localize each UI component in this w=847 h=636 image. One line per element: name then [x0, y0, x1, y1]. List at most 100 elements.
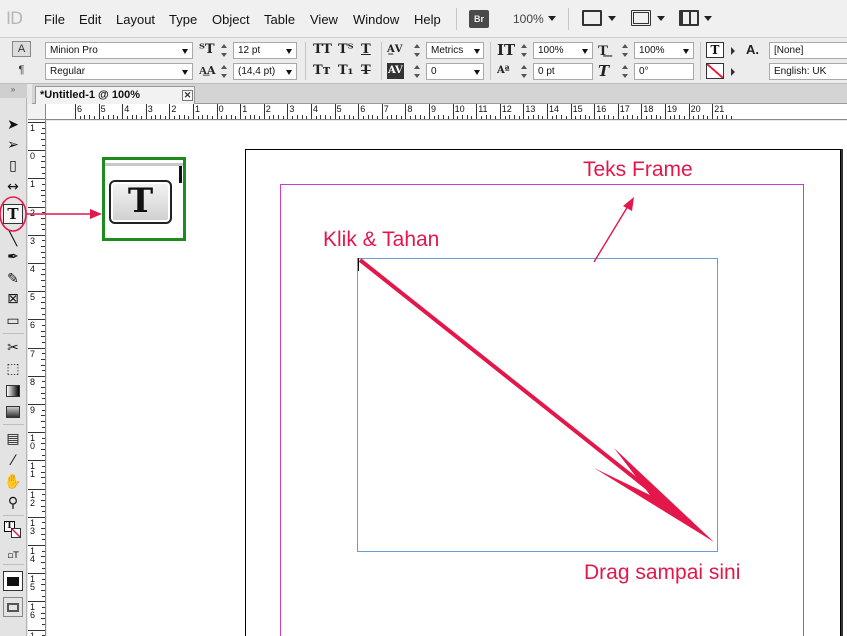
strikethrough-icon[interactable]: T: [361, 63, 371, 79]
text-frame[interactable]: [357, 258, 718, 552]
gradient-feather-tool-icon[interactable]: [3, 402, 23, 422]
document-tab[interactable]: *Untitled-1 @ 100% ✕: [35, 86, 195, 104]
rectangle-tool-icon[interactable]: ▭: [3, 311, 23, 331]
font-style-field[interactable]: Regular: [45, 63, 193, 80]
baseline-shift-stepper[interactable]: [519, 63, 529, 80]
tools-panel-grip[interactable]: »: [0, 84, 27, 98]
stroke-none-icon[interactable]: [706, 63, 724, 79]
gap-tool-icon[interactable]: ↔: [3, 177, 23, 197]
pencil-tool-icon[interactable]: ✎: [3, 269, 23, 289]
bridge-button[interactable]: Br: [469, 10, 489, 28]
line-tool-icon[interactable]: ╲: [3, 229, 23, 249]
paragraph-formatting-mode-button[interactable]: ¶: [12, 62, 31, 78]
ruler-minor-tick: [698, 115, 700, 119]
ruler-origin[interactable]: [28, 104, 46, 120]
fill-stroke-swatch-icon[interactable]: T: [3, 520, 23, 540]
view-options-icon[interactable]: [582, 10, 602, 26]
normal-view-mode-icon[interactable]: [3, 571, 23, 591]
menu-help[interactable]: Help: [414, 12, 441, 27]
fill-text-icon[interactable]: T: [706, 42, 724, 58]
preview-mode-icon[interactable]: [3, 597, 23, 617]
arrange-documents-icon[interactable]: [679, 10, 699, 26]
direct-selection-tool-icon[interactable]: ➢: [3, 135, 23, 155]
gradient-swatch-tool-icon[interactable]: [3, 381, 23, 401]
ruler-minor-tick: [159, 115, 161, 119]
ruler-major-tick: [665, 104, 666, 119]
tracking-stepper[interactable]: [412, 63, 422, 80]
scissors-tool-icon[interactable]: ✂: [3, 338, 23, 358]
fill-dropdown-icon[interactable]: [731, 47, 735, 55]
menu-file[interactable]: File: [44, 12, 65, 27]
vertical-scale-dropdown-icon[interactable]: [582, 49, 588, 54]
character-style-field[interactable]: [None]: [769, 42, 847, 59]
vertical-ruler[interactable]: 101234567891011121314151617: [28, 120, 46, 636]
ruler-minor-tick: [329, 116, 331, 119]
font-family-field[interactable]: Minion Pro: [45, 42, 193, 59]
horizontal-scale-stepper[interactable]: [620, 42, 630, 59]
pen-tool-icon[interactable]: ✒: [3, 247, 23, 267]
view-options-dropdown-icon[interactable]: [608, 16, 616, 21]
font-style-dropdown-icon[interactable]: [182, 70, 188, 75]
skew-field[interactable]: 0°: [634, 63, 694, 80]
menu-edit[interactable]: Edit: [79, 12, 101, 27]
subscript-icon[interactable]: T₁: [338, 63, 353, 79]
skew-stepper[interactable]: [620, 63, 630, 80]
rectangle-frame-tool-icon[interactable]: ⊠: [3, 289, 23, 309]
note-tool-icon[interactable]: ▤: [3, 429, 23, 449]
ruler-minor-tick: [150, 116, 152, 119]
horizontal-ruler[interactable]: 6 5 4 3 2 1 0 1 2 3 4 5 6 7 8 9 10 11 12 13 14 15 16 17 18 19 20 21: [46, 104, 847, 120]
superscript-icon[interactable]: Tᵀ: [338, 42, 354, 58]
formatting-affects-icon[interactable]: ▫T: [3, 546, 23, 566]
menu-object[interactable]: Object: [212, 12, 250, 27]
ruler-minor-tick: [561, 115, 563, 119]
free-transform-tool-icon[interactable]: ⬚: [3, 359, 23, 379]
arrange-dropdown-icon[interactable]: [704, 16, 712, 21]
character-formatting-mode-button[interactable]: A: [12, 41, 31, 57]
all-caps-icon[interactable]: TT: [313, 42, 332, 58]
menu-window[interactable]: Window: [353, 12, 399, 27]
ruler-minor-tick: [41, 499, 45, 501]
ruler-minor-tick: [41, 274, 45, 276]
small-caps-icon[interactable]: Tт: [313, 63, 331, 79]
ruler-label: 5: [336, 104, 342, 114]
hand-tool-icon[interactable]: ✋: [3, 472, 23, 492]
ruler-minor-tick: [726, 115, 728, 119]
underline-icon[interactable]: T: [361, 42, 371, 58]
ruler-minor-tick: [42, 155, 45, 157]
ruler-label: 17: [30, 630, 36, 636]
stroke-dropdown-icon[interactable]: [731, 68, 735, 76]
ruler-minor-tick: [93, 116, 95, 119]
ruler-major-tick: [688, 104, 690, 119]
ruler-label: 1: [242, 104, 248, 114]
menu-type[interactable]: Type: [169, 12, 197, 27]
zoom-level[interactable]: 100%: [513, 12, 544, 26]
leading-dropdown-icon[interactable]: [286, 70, 292, 75]
page-tool-icon[interactable]: ▯: [3, 156, 23, 176]
font-size-stepper[interactable]: [219, 42, 229, 59]
tracking-dropdown-icon[interactable]: [474, 70, 480, 75]
font-size-dropdown-icon[interactable]: [286, 49, 292, 54]
zoom-tool-icon[interactable]: ⚲: [3, 493, 23, 513]
type-tool-icon[interactable]: T: [3, 204, 23, 224]
eyedropper-tool-icon[interactable]: ⁄: [3, 451, 23, 471]
ruler-minor-tick: [410, 116, 412, 119]
ruler-minor-tick: [42, 172, 45, 174]
kerning-stepper[interactable]: [412, 42, 422, 59]
font-family-dropdown-icon[interactable]: [182, 49, 188, 54]
menu-table[interactable]: Table: [264, 12, 295, 27]
ruler-minor-tick: [126, 116, 128, 119]
menu-layout[interactable]: Layout: [116, 12, 155, 27]
screen-mode-dropdown-icon[interactable]: [657, 16, 665, 21]
ruler-label: 12: [501, 104, 512, 114]
baseline-shift-field[interactable]: 0 pt: [533, 63, 593, 80]
selection-tool-icon[interactable]: ➤: [3, 115, 23, 135]
kerning-dropdown-icon[interactable]: [474, 49, 480, 54]
zoom-dropdown-icon[interactable]: [548, 16, 556, 21]
close-tab-icon[interactable]: ✕: [182, 90, 193, 101]
screen-mode-icon[interactable]: [631, 10, 651, 26]
vertical-scale-stepper[interactable]: [519, 42, 529, 59]
menu-view[interactable]: View: [310, 12, 338, 27]
horizontal-scale-dropdown-icon[interactable]: [683, 49, 689, 54]
language-field[interactable]: English: UK: [769, 63, 847, 80]
leading-stepper[interactable]: [219, 63, 229, 80]
